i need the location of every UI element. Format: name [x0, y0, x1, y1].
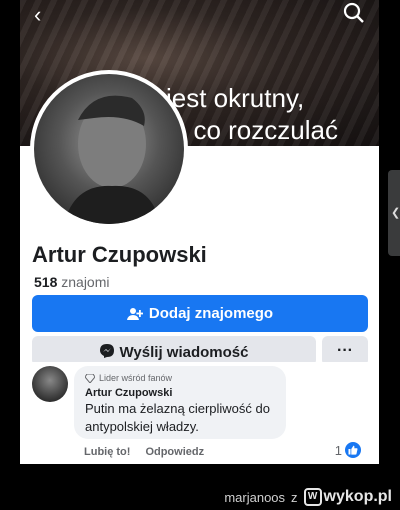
watermark-footer: marjanoos z W wykop.pl — [224, 488, 392, 506]
footer-user[interactable]: marjanoos — [224, 490, 285, 505]
comment-bubble[interactable]: Lider wśród fanów Artur Czupowski Putin … — [74, 366, 286, 439]
thumbs-up-icon — [345, 442, 361, 458]
search-icon[interactable] — [343, 2, 365, 24]
wykop-brand[interactable]: W wykop.pl — [303, 488, 392, 506]
badge-label: Lider wśród fanów — [99, 373, 173, 383]
comment: Lider wśród fanów Artur Czupowski Putin … — [20, 362, 379, 464]
top-fan-badge: Lider wśród fanów — [85, 373, 275, 383]
friends-number: 518 — [34, 274, 58, 290]
footer-site: wykop.pl — [323, 488, 392, 505]
wykop-logo-icon: W — [303, 488, 322, 506]
back-icon[interactable]: ‹ — [34, 4, 41, 26]
add-friend-button[interactable]: Dodaj znajomego — [32, 295, 368, 332]
comment-author[interactable]: Artur Czupowski — [85, 387, 275, 399]
comment-text: Putin ma żelazną cierpliwość do antypols… — [85, 401, 270, 434]
reply-action[interactable]: Odpowiedz — [145, 446, 204, 458]
friends-count[interactable]: 518 znajomi — [34, 274, 110, 290]
profile-name: Artur Czupowski — [32, 242, 207, 267]
cover-text: jest okrutny, ię co rozczulać — [166, 83, 338, 145]
footer-separator: z — [291, 489, 298, 505]
chevron-left-icon: ❮ — [391, 207, 400, 219]
messenger-icon — [99, 344, 114, 358]
comment-avatar[interactable] — [32, 366, 68, 402]
reaction-count: 1 — [334, 442, 342, 458]
side-panel-handle[interactable]: ❮ — [388, 170, 400, 256]
profile-avatar[interactable] — [30, 70, 188, 228]
profile-screen: jest okrutny, ię co rozczulać ‹ Artur Cz… — [20, 0, 379, 464]
comment-actions: Lubię to! Odpowiedz — [84, 446, 204, 458]
add-friend-icon — [126, 307, 143, 320]
reaction-summary[interactable]: 1 — [335, 442, 361, 458]
friends-label: znajomi — [61, 274, 110, 290]
add-friend-label: Dodaj znajomego — [148, 305, 274, 322]
diamond-icon — [85, 373, 95, 383]
send-message-label: Wyślij wiadomość — [119, 344, 249, 361]
like-action[interactable]: Lubię to! — [84, 446, 130, 458]
